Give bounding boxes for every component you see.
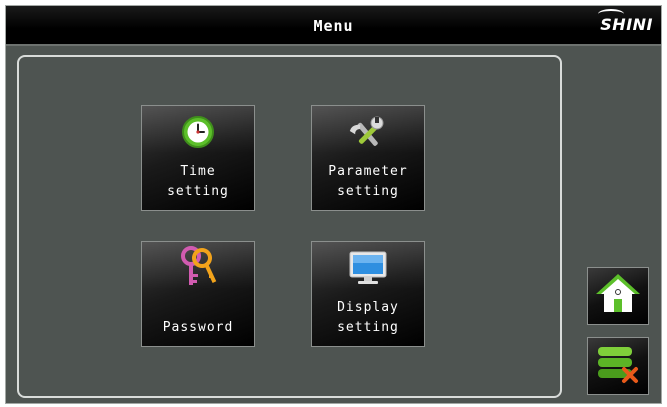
- password-label: Password: [162, 320, 234, 335]
- title-bar: Menu SHINI: [6, 6, 661, 46]
- parameter-setting-label: Parameter setting: [328, 164, 408, 199]
- menu-panel: [17, 55, 562, 398]
- time-setting-label: Time setting: [167, 164, 229, 199]
- display-setting-button[interactable]: Display setting: [311, 241, 425, 347]
- database-delete-icon: [594, 341, 642, 391]
- time-setting-button[interactable]: Time setting: [141, 105, 255, 211]
- parameter-setting-button[interactable]: Parameter setting: [311, 105, 425, 211]
- page-title: Menu: [313, 17, 354, 35]
- monitor-icon: [312, 250, 424, 286]
- home-icon: [596, 272, 640, 320]
- brand-logo: SHINI: [598, 9, 653, 34]
- tools-icon: [312, 114, 424, 150]
- display-setting-label: Display setting: [337, 300, 399, 335]
- hmi-screen: Menu SHINI Time setting Parameter settin…: [5, 5, 662, 404]
- password-button[interactable]: Password: [141, 241, 255, 347]
- home-button[interactable]: [587, 267, 649, 325]
- clock-icon: [142, 114, 254, 150]
- database-delete-button[interactable]: [587, 337, 649, 395]
- keys-icon: [142, 246, 254, 288]
